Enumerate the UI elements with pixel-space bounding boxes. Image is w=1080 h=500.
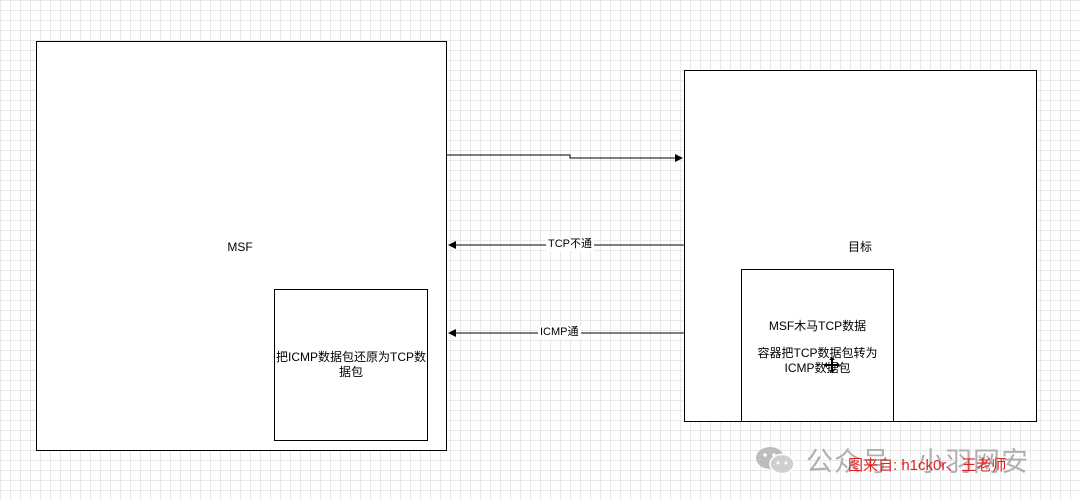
edge-msf-to-target (447, 154, 683, 162)
cursor-move-icon (824, 357, 840, 373)
tcp-blocked-label: TCP不通 (546, 238, 594, 251)
edges-layer (447, 154, 840, 373)
wechat-icon (752, 442, 798, 478)
image-credit: 图来自: h1ck0r、王老师 (848, 457, 1007, 474)
icmp-ok-label: ICMP通 (538, 326, 581, 339)
